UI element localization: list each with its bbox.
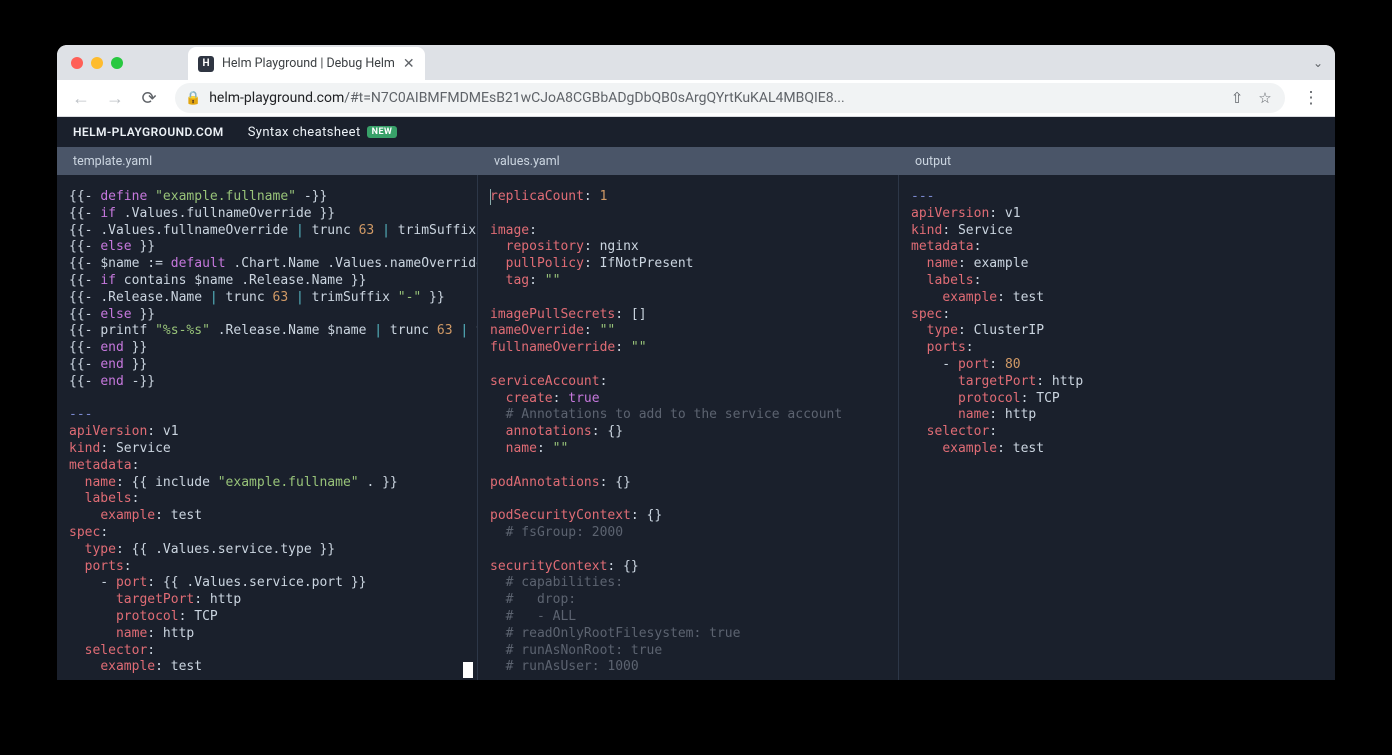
template-code[interactable]: {{- define "example.fullname" -}} {{- if… (69, 189, 467, 676)
maximize-window-button[interactable] (111, 57, 123, 69)
forward-button[interactable]: → (101, 84, 129, 112)
browser-menu-button[interactable]: ⋮ (1297, 88, 1325, 108)
browser-toolbar: ← → ⟳ 🔒 helm-playground.com/#t=N7C0AIBMF… (57, 80, 1335, 117)
output-code: --- apiVersion: v1 kind: Service metadat… (911, 189, 1325, 458)
tab-bar: H Helm Playground | Debug Helm ✕ ⌄ (57, 45, 1335, 80)
editors-container: {{- define "example.fullname" -}} {{- if… (57, 175, 1335, 680)
reload-button[interactable]: ⟳ (135, 84, 163, 112)
tab-dropdown-button[interactable]: ⌄ (1313, 56, 1323, 70)
url-text: helm-playground.com/#t=N7C0AIBMFMDMEsB21… (209, 90, 1219, 106)
lock-icon: 🔒 (185, 91, 201, 106)
cheatsheet-label: Syntax cheatsheet (248, 125, 361, 140)
tab-title: Helm Playground | Debug Helm (222, 56, 395, 71)
panels-header: template.yaml values.yaml output (57, 147, 1335, 175)
address-bar[interactable]: 🔒 helm-playground.com/#t=N7C0AIBMFMDMEsB… (175, 83, 1285, 113)
new-badge: NEW (367, 126, 398, 138)
minimize-window-button[interactable] (91, 57, 103, 69)
output-panel: --- apiVersion: v1 kind: Service metadat… (899, 175, 1335, 680)
browser-window: H Helm Playground | Debug Helm ✕ ⌄ ← → ⟳… (57, 45, 1335, 680)
back-button[interactable]: ← (67, 84, 95, 112)
panel-header-output: output (899, 147, 1335, 175)
app-brand[interactable]: HELM-PLAYGROUND.COM (73, 125, 224, 139)
close-tab-button[interactable]: ✕ (403, 56, 415, 72)
app-header: HELM-PLAYGROUND.COM Syntax cheatsheet NE… (57, 117, 1335, 147)
syntax-cheatsheet-link[interactable]: Syntax cheatsheet NEW (248, 125, 398, 140)
panel-header-values: values.yaml (478, 147, 899, 175)
favicon-icon: H (198, 56, 214, 72)
values-editor[interactable]: replicaCount: 1 image: repository: nginx… (478, 175, 899, 680)
values-code[interactable]: replicaCount: 1 image: repository: nginx… (490, 189, 888, 676)
cursor-icon (490, 189, 491, 205)
browser-tab[interactable]: H Helm Playground | Debug Helm ✕ (188, 47, 425, 80)
window-controls (71, 57, 123, 69)
share-button[interactable]: ⇧ (1227, 89, 1247, 107)
cursor-icon (463, 662, 473, 678)
panel-header-template: template.yaml (57, 147, 478, 175)
template-editor[interactable]: {{- define "example.fullname" -}} {{- if… (57, 175, 478, 680)
helm-playground-app: HELM-PLAYGROUND.COM Syntax cheatsheet NE… (57, 117, 1335, 680)
close-window-button[interactable] (71, 57, 83, 69)
bookmark-button[interactable]: ☆ (1255, 89, 1275, 107)
